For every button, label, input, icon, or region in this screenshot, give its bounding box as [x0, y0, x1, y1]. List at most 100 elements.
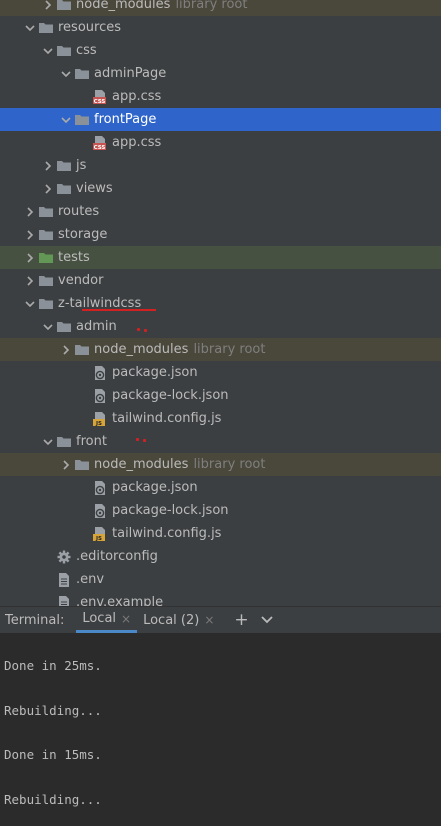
chevron-down-icon[interactable]	[40, 43, 56, 59]
tree-row[interactable]: tests	[0, 246, 441, 269]
tree-row[interactable]: frontPage	[0, 108, 441, 131]
tree-row[interactable]: .env.example	[0, 591, 441, 606]
tree-item-label: tests	[58, 250, 90, 265]
tree-row[interactable]: css	[0, 39, 441, 62]
tree-item-label: .editorconfig	[76, 549, 158, 564]
tree-row[interactable]: node_modules library root	[0, 0, 441, 16]
tree-row[interactable]: .env	[0, 568, 441, 591]
terminal-output[interactable]: Done in 25ms. Rebuilding... Done in 15ms…	[0, 633, 441, 826]
tree-row[interactable]: .editorconfig	[0, 545, 441, 568]
tree-row[interactable]: node_modules library root	[0, 338, 441, 361]
svg-text:JS: JS	[95, 536, 102, 542]
chevron-down-icon[interactable]	[22, 296, 38, 312]
chevron-right-icon[interactable]	[58, 342, 74, 358]
chevron-right-icon[interactable]	[40, 0, 56, 13]
tree-item-label: app.css	[112, 89, 162, 104]
chevron-down-icon[interactable]	[261, 616, 273, 624]
folder-icon	[56, 0, 72, 13]
tree-row[interactable]: JS tailwind.config.js	[0, 522, 441, 545]
chevron-right-icon[interactable]	[40, 181, 56, 197]
chevron-down-icon[interactable]	[40, 319, 56, 335]
tree-item-label: frontPage	[94, 112, 157, 127]
tree-row[interactable]: package.json	[0, 476, 441, 499]
chevron-down-icon[interactable]	[58, 66, 74, 82]
tree-item-label: package-lock.json	[112, 388, 229, 403]
json-file-icon	[92, 503, 108, 519]
tree-item-label: css	[76, 43, 97, 58]
tree-row[interactable]: front	[0, 430, 441, 453]
css-file-icon: CSS	[92, 135, 108, 151]
tree-row[interactable]: admin	[0, 315, 441, 338]
folder-icon	[74, 342, 90, 358]
js-file-icon: JS	[92, 411, 108, 427]
terminal-toolbar: Terminal: Local × Local (2) × +	[0, 606, 441, 633]
folder-icon	[74, 112, 90, 128]
folder-icon	[56, 43, 72, 59]
file-icon	[56, 595, 72, 606]
library-root-tag: library root	[193, 457, 266, 472]
tree-row[interactable]: resources	[0, 16, 441, 39]
svg-text:CSS: CSS	[94, 99, 106, 105]
tree-item-label: views	[76, 181, 113, 196]
chevron-right-icon[interactable]	[22, 273, 38, 289]
tree-row[interactable]: routes	[0, 200, 441, 223]
project-tree: node_modules library root resources css admi…	[0, 0, 441, 606]
folder-icon	[38, 204, 54, 220]
svg-text:JS: JS	[95, 421, 102, 427]
chevron-down-icon[interactable]	[58, 112, 74, 128]
json-file-icon	[92, 365, 108, 381]
tree-item-label: node_modules	[94, 457, 189, 472]
add-terminal-icon[interactable]: +	[234, 610, 248, 630]
chevron-right-icon[interactable]	[22, 204, 38, 220]
json-file-icon	[92, 388, 108, 404]
tree-item-label: routes	[58, 204, 100, 219]
chevron-down-icon[interactable]	[22, 20, 38, 36]
library-root-tag: library root	[193, 342, 266, 357]
tree-row[interactable]: vendor	[0, 269, 441, 292]
folder-icon	[38, 250, 54, 266]
terminal-line: Rebuilding...	[4, 703, 102, 718]
chevron-right-icon[interactable]	[58, 457, 74, 473]
tree-row[interactable]: storage	[0, 223, 441, 246]
tree-row[interactable]: node_modules library root	[0, 453, 441, 476]
tree-row[interactable]: JS tailwind.config.js	[0, 407, 441, 430]
tree-item-label: .env	[76, 572, 105, 587]
chevron-down-icon[interactable]	[40, 434, 56, 450]
annotation-mark	[143, 439, 146, 442]
tree-row[interactable]: package-lock.json	[0, 384, 441, 407]
tree-item-label: package.json	[112, 365, 198, 380]
chevron-right-icon[interactable]	[40, 158, 56, 174]
tree-item-label: .env.example	[76, 595, 164, 606]
tree-row[interactable]: adminPage	[0, 62, 441, 85]
js-file-icon: JS	[92, 526, 108, 542]
tree-row[interactable]: CSS app.css	[0, 85, 441, 108]
css-file-icon: CSS	[92, 89, 108, 105]
tree-row[interactable]: CSS app.css	[0, 131, 441, 154]
tree-row[interactable]: views	[0, 177, 441, 200]
tree-row[interactable]: package.json	[0, 361, 441, 384]
tree-row[interactable]: js	[0, 154, 441, 177]
close-icon[interactable]: ×	[204, 613, 214, 627]
tree-row[interactable]: package-lock.json	[0, 499, 441, 522]
tree-item-label: node_modules	[94, 342, 189, 357]
terminal-tab-local-2[interactable]: Local (2) ×	[137, 607, 220, 633]
chevron-right-icon[interactable]	[22, 227, 38, 243]
tree-item-label: adminPage	[94, 66, 167, 81]
tree-item-label: node_modules	[76, 0, 171, 12]
tree-item-label: package.json	[112, 480, 198, 495]
tree-item-label: app.css	[112, 135, 162, 150]
folder-icon	[38, 296, 54, 312]
folder-icon	[38, 273, 54, 289]
chevron-right-icon[interactable]	[22, 250, 38, 266]
close-icon[interactable]: ×	[121, 612, 131, 626]
terminal-tab-local[interactable]: Local ×	[76, 607, 138, 633]
tree-row[interactable]: z-tailwindcss	[0, 292, 441, 315]
